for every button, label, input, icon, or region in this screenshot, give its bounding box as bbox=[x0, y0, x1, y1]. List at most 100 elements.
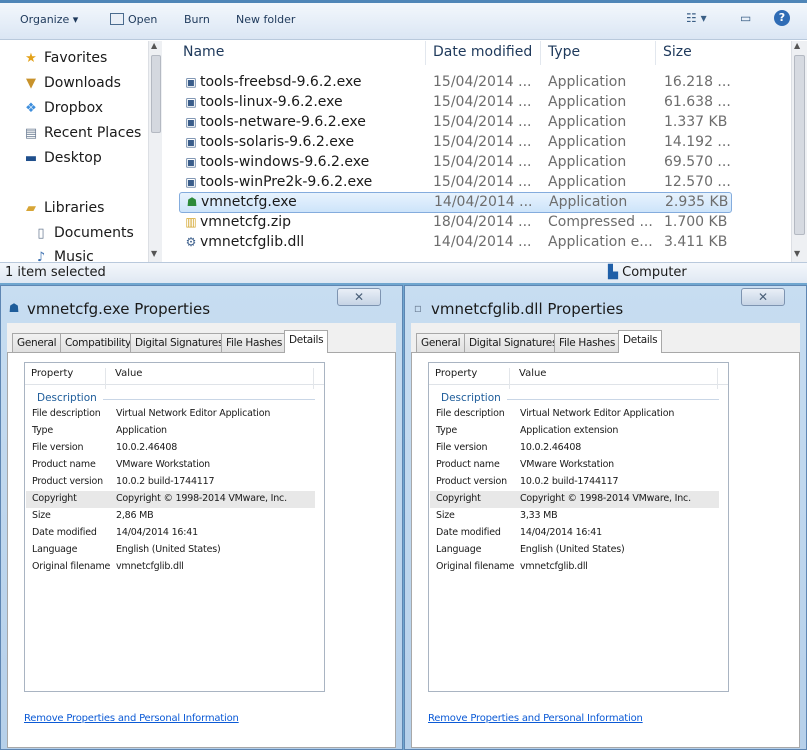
column-divider[interactable] bbox=[540, 41, 541, 65]
file-row[interactable]: ▣ tools-windows-9.6.2.exe 15/04/2014 ... … bbox=[179, 153, 732, 173]
column-header-value[interactable]: Value bbox=[519, 368, 546, 379]
tab-compatibility[interactable]: Compatibility bbox=[60, 333, 136, 352]
tab-general[interactable]: General bbox=[416, 333, 466, 352]
file-name: tools-linux-9.6.2.exe bbox=[200, 94, 343, 110]
nav-documents[interactable]: ▯ Documents bbox=[32, 225, 133, 241]
scroll-up-arrow-icon[interactable]: ▲ bbox=[794, 41, 800, 50]
property-row[interactable]: Size 3,33 MB bbox=[430, 508, 719, 525]
column-divider[interactable] bbox=[105, 368, 106, 389]
property-row[interactable]: File version 10.0.2.46408 bbox=[430, 440, 719, 457]
tab-details[interactable]: Details bbox=[618, 330, 663, 353]
nav-scrollbar[interactable]: ▲ ▼ bbox=[148, 41, 162, 262]
new-folder-button[interactable]: New folder bbox=[236, 13, 295, 26]
exe-file-icon: ▣ bbox=[185, 155, 197, 169]
close-button[interactable]: ✕ bbox=[741, 288, 785, 306]
property-row[interactable]: File version 10.0.2.46408 bbox=[26, 440, 315, 457]
nav-music-label: Music bbox=[54, 249, 94, 262]
column-header-name[interactable]: Name bbox=[183, 44, 224, 60]
column-divider[interactable] bbox=[717, 368, 718, 389]
file-date: 15/04/2014 ... bbox=[433, 154, 532, 170]
open-button[interactable]: Open bbox=[110, 13, 157, 26]
property-row[interactable]: Size 2,86 MB bbox=[26, 508, 315, 525]
nav-favorites[interactable]: ★ Favorites bbox=[22, 50, 107, 66]
file-row[interactable]: ▥ vmnetcfg.zip 18/04/2014 ... Compressed … bbox=[179, 213, 732, 233]
property-row[interactable]: Original filename vmnetcfglib.dll bbox=[26, 559, 315, 576]
nav-downloads[interactable]: ▼ Downloads bbox=[22, 75, 121, 91]
property-row[interactable]: Type Application bbox=[26, 423, 315, 440]
property-value: VMware Workstation bbox=[116, 459, 210, 470]
property-row-highlighted[interactable]: Copyright Copyright © 1998-2014 VMware, I… bbox=[430, 491, 719, 508]
column-divider[interactable] bbox=[313, 368, 314, 389]
tab-digital-signatures[interactable]: Digital Signatures bbox=[464, 333, 563, 352]
property-value: Copyright © 1998-2014 VMware, Inc. bbox=[116, 493, 287, 504]
property-row[interactable]: File description Virtual Network Editor A… bbox=[430, 406, 719, 423]
property-row[interactable]: Language English (United States) bbox=[26, 542, 315, 559]
column-divider[interactable] bbox=[425, 41, 426, 65]
file-type: Application e... bbox=[548, 234, 653, 250]
property-value: 10.0.2.46408 bbox=[116, 442, 178, 453]
property-key: File version bbox=[436, 442, 488, 453]
property-row[interactable]: Date modified 14/04/2014 16:41 bbox=[26, 525, 315, 542]
property-row[interactable]: Type Application extension bbox=[430, 423, 719, 440]
tab-digital-signatures[interactable]: Digital Signatures bbox=[130, 333, 229, 352]
tab-general[interactable]: General bbox=[12, 333, 62, 352]
property-key: Copyright bbox=[32, 493, 77, 504]
change-view-button[interactable]: ☷ ▾ bbox=[686, 11, 707, 25]
nav-libraries[interactable]: ▰ Libraries bbox=[22, 200, 104, 216]
scroll-down-arrow-icon[interactable]: ▼ bbox=[151, 249, 157, 258]
property-row[interactable]: Product name VMware Workstation bbox=[26, 457, 315, 474]
tab-file-hashes[interactable]: File Hashes bbox=[221, 333, 287, 352]
nav-scroll-thumb[interactable] bbox=[151, 55, 161, 133]
property-row[interactable]: Product version 10.0.2 build-1744117 bbox=[430, 474, 719, 491]
file-row[interactable]: ▣ tools-linux-9.6.2.exe 15/04/2014 ... Ap… bbox=[179, 93, 732, 113]
remove-properties-link[interactable]: Remove Properties and Personal Informati… bbox=[428, 713, 643, 724]
column-header-type[interactable]: Type bbox=[548, 44, 580, 60]
scroll-down-arrow-icon[interactable]: ▼ bbox=[794, 249, 800, 258]
remove-properties-link[interactable]: Remove Properties and Personal Informati… bbox=[24, 713, 239, 724]
nav-recent-places[interactable]: ▤ Recent Places bbox=[22, 125, 142, 141]
property-row[interactable]: Original filename vmnetcfglib.dll bbox=[430, 559, 719, 576]
property-value: Virtual Network Editor Application bbox=[116, 408, 271, 419]
file-type: Application bbox=[548, 154, 627, 170]
file-name: tools-freebsd-9.6.2.exe bbox=[200, 74, 362, 90]
file-size: 69.570 ... bbox=[664, 154, 731, 170]
tab-details[interactable]: Details bbox=[284, 330, 329, 353]
burn-button[interactable]: Burn bbox=[184, 13, 210, 26]
property-row[interactable]: File description Virtual Network Editor A… bbox=[26, 406, 315, 423]
star-icon: ★ bbox=[25, 51, 37, 66]
column-header-property[interactable]: Property bbox=[31, 368, 73, 379]
column-header-property[interactable]: Property bbox=[435, 368, 477, 379]
network-editor-icon: ☗ bbox=[186, 195, 198, 209]
file-row[interactable]: ⚙ vmnetcfglib.dll 14/04/2014 ... Applicat… bbox=[179, 233, 732, 253]
preview-pane-button[interactable]: ▭ bbox=[740, 11, 751, 25]
column-header-date[interactable]: Date modified bbox=[433, 44, 532, 60]
column-divider[interactable] bbox=[655, 41, 656, 65]
exe-file-icon: ▣ bbox=[185, 135, 197, 149]
scroll-up-arrow-icon[interactable]: ▲ bbox=[151, 41, 157, 50]
close-button[interactable]: ✕ bbox=[337, 288, 381, 306]
help-button[interactable]: ? bbox=[774, 10, 790, 26]
file-row[interactable]: ▣ tools-winPre2k-9.6.2.exe 15/04/2014 ...… bbox=[179, 173, 732, 193]
nav-desktop[interactable]: ▬ Desktop bbox=[22, 150, 102, 166]
file-row[interactable]: ▣ tools-netware-9.6.2.exe 15/04/2014 ... … bbox=[179, 113, 732, 133]
property-row[interactable]: Date modified 14/04/2014 16:41 bbox=[430, 525, 719, 542]
file-row-selected[interactable]: ☗ vmnetcfg.exe 14/04/2014 ... Application… bbox=[179, 192, 732, 213]
organize-button[interactable]: Organize ▾ bbox=[20, 13, 78, 26]
file-row[interactable]: ▣ tools-freebsd-9.6.2.exe 15/04/2014 ... … bbox=[179, 73, 732, 93]
nav-music[interactable]: ♪ Music bbox=[32, 249, 94, 262]
property-row-highlighted[interactable]: Copyright Copyright © 1998-2014 VMware, I… bbox=[26, 491, 315, 508]
property-row[interactable]: Product version 10.0.2 build-1744117 bbox=[26, 474, 315, 491]
column-divider[interactable] bbox=[509, 368, 510, 389]
file-list-scroll-thumb[interactable] bbox=[794, 55, 805, 235]
file-list-scrollbar[interactable]: ▲ ▼ bbox=[791, 41, 807, 262]
property-value: 14/04/2014 16:41 bbox=[116, 527, 198, 538]
column-header-value[interactable]: Value bbox=[115, 368, 142, 379]
nav-dropbox-label: Dropbox bbox=[44, 100, 103, 116]
property-row[interactable]: Product name VMware Workstation bbox=[430, 457, 719, 474]
details-panel: Property Value Description File descript… bbox=[7, 352, 396, 748]
property-row[interactable]: Language English (United States) bbox=[430, 542, 719, 559]
tab-file-hashes[interactable]: File Hashes bbox=[554, 333, 620, 352]
nav-dropbox[interactable]: ❖ Dropbox bbox=[22, 100, 103, 116]
column-header-size[interactable]: Size bbox=[663, 44, 692, 60]
file-row[interactable]: ▣ tools-solaris-9.6.2.exe 15/04/2014 ... … bbox=[179, 133, 732, 153]
